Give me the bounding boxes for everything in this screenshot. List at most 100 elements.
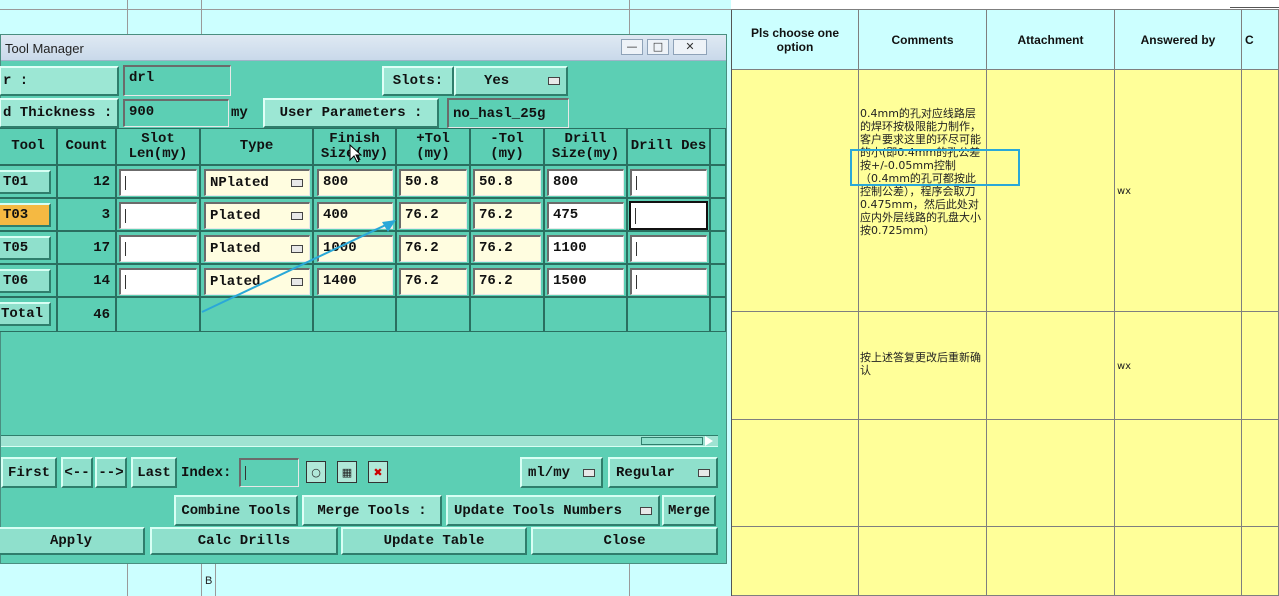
horizontal-scrollbar[interactable]: [1, 435, 718, 447]
answered-by-cell[interactable]: wx: [1115, 70, 1242, 312]
drill-des-input[interactable]: [630, 268, 707, 295]
window-titlebar[interactable]: Tool Manager — □ ✕: [1, 35, 726, 61]
drill-des-input[interactable]: [630, 235, 707, 262]
drill-size-input[interactable]: 800: [547, 169, 624, 196]
prev-button[interactable]: <--: [61, 457, 93, 488]
plus-tol-input[interactable]: 50.8: [399, 169, 467, 196]
col-tool: Tool: [0, 128, 57, 165]
drill-size-input[interactable]: 1500: [547, 268, 624, 295]
slots-label: Slots:: [382, 66, 454, 96]
table-icon[interactable]: ▦: [337, 461, 357, 483]
slot-len-input[interactable]: [119, 235, 197, 262]
minus-tol-input[interactable]: 76.2: [473, 202, 541, 229]
update-table-button[interactable]: Update Table: [341, 527, 527, 555]
units-dropdown[interactable]: ml/my: [520, 457, 603, 488]
plus-tol-input[interactable]: 76.2: [399, 235, 467, 262]
c-cell[interactable]: [1242, 312, 1279, 420]
last-button[interactable]: Last: [131, 457, 177, 488]
thickness-label: d Thickness :: [0, 98, 119, 128]
header-c: C: [1242, 10, 1279, 70]
sheet-gridline: [201, 564, 202, 596]
next-button[interactable]: -->: [95, 457, 127, 488]
maximize-icon[interactable]: □: [647, 39, 669, 55]
answered-by-cell[interactable]: [1115, 420, 1242, 527]
first-button[interactable]: First: [1, 457, 57, 488]
attachment-cell[interactable]: [987, 70, 1115, 312]
attachment-cell[interactable]: [987, 527, 1115, 596]
thickness-unit: my: [231, 105, 248, 121]
count-cell: 14: [57, 264, 116, 297]
comment-text: 按上述答复更改后重新确认: [860, 351, 981, 377]
index-input[interactable]: [239, 458, 299, 487]
plus-tol-input[interactable]: 76.2: [399, 202, 467, 229]
drill-des-input[interactable]: [629, 201, 708, 230]
scrollbar-thumb[interactable]: [641, 437, 703, 445]
drill-size-input[interactable]: 475: [547, 202, 624, 229]
merge-mode-dropdown[interactable]: Update Tools Numbers: [446, 495, 660, 526]
sheet-gridline: [127, 0, 128, 34]
chevron-down-icon: [698, 468, 710, 477]
col-drill-size: Drill Size(my): [544, 128, 627, 165]
comment-cell[interactable]: [859, 420, 987, 527]
chevron-down-icon: [640, 506, 652, 515]
comment-cell[interactable]: 0.4mm的孔对应线路层的焊环按极限能力制作，客户要求这里的环尽可能的小(即0.…: [859, 70, 987, 312]
mode-dropdown[interactable]: Regular: [608, 457, 718, 488]
c-cell[interactable]: [1242, 420, 1279, 527]
comment-cell[interactable]: 按上述答复更改后重新确认: [859, 312, 987, 420]
bulb-icon[interactable]: ○: [306, 461, 326, 483]
type-dropdown[interactable]: NPlated: [204, 169, 310, 196]
answered-by-cell[interactable]: [1115, 527, 1242, 596]
chevron-down-icon: [583, 468, 595, 477]
close-button[interactable]: Close: [531, 527, 718, 555]
choose-cell[interactable]: [732, 527, 859, 596]
thickness-field[interactable]: 900: [123, 99, 229, 127]
delete-icon[interactable]: ✖: [368, 461, 388, 483]
drill-des-input[interactable]: [630, 169, 707, 196]
thickness-value: 900: [129, 104, 155, 120]
user-params-field[interactable]: no_hasl_25g: [447, 98, 569, 128]
choose-cell[interactable]: [732, 70, 859, 312]
minimize-icon[interactable]: —: [621, 39, 643, 55]
drill-size-input[interactable]: 1100: [547, 235, 624, 262]
sheet-gridline: [127, 564, 128, 596]
scroll-right-icon[interactable]: [705, 436, 713, 446]
slot-len-input[interactable]: [119, 202, 197, 229]
merge-button[interactable]: Merge: [662, 495, 716, 526]
answered-by-text: wx: [1117, 361, 1132, 372]
finish-size-input[interactable]: 800: [317, 169, 393, 196]
combine-tools-button[interactable]: Combine Tools: [174, 495, 298, 526]
right-table-topstrip: [731, 0, 1279, 10]
slots-dropdown[interactable]: Yes: [454, 66, 568, 96]
layer-label: r :: [0, 66, 119, 96]
tool-button-t05[interactable]: T05: [0, 236, 51, 260]
chevron-down-icon: [548, 77, 560, 85]
tool-button-t03[interactable]: T03: [0, 203, 51, 227]
chevron-down-icon: [291, 179, 303, 187]
close-window-icon[interactable]: ✕: [673, 39, 707, 55]
minus-tol-input[interactable]: 76.2: [473, 268, 541, 295]
attachment-cell[interactable]: [987, 420, 1115, 527]
right-table-topmark: [1230, 0, 1279, 8]
tool-button-t01[interactable]: T01: [0, 170, 51, 194]
attachment-cell[interactable]: [987, 312, 1115, 420]
slot-len-input[interactable]: [119, 169, 197, 196]
minus-tol-input[interactable]: 50.8: [473, 169, 541, 196]
apply-button[interactable]: Apply: [0, 527, 145, 555]
merge-tools-label: Merge Tools :: [302, 495, 442, 526]
total-button[interactable]: Total: [0, 302, 51, 326]
total-count: 46: [57, 297, 116, 332]
choose-cell[interactable]: [732, 312, 859, 420]
col-slot-len: Slot Len(my): [116, 128, 200, 165]
sheet-gridline: [629, 0, 630, 34]
answered-by-cell[interactable]: wx: [1115, 312, 1242, 420]
layer-field[interactable]: drl: [123, 65, 231, 96]
choose-cell[interactable]: [732, 420, 859, 527]
calc-drills-button[interactable]: Calc Drills: [150, 527, 338, 555]
comment-cell[interactable]: [859, 527, 987, 596]
c-cell[interactable]: [1242, 527, 1279, 596]
minus-tol-input[interactable]: 76.2: [473, 235, 541, 262]
tool-button-t06[interactable]: T06: [0, 269, 51, 293]
plus-tol-input[interactable]: 76.2: [399, 268, 467, 295]
slot-len-input[interactable]: [119, 268, 197, 295]
c-cell[interactable]: [1242, 70, 1279, 312]
